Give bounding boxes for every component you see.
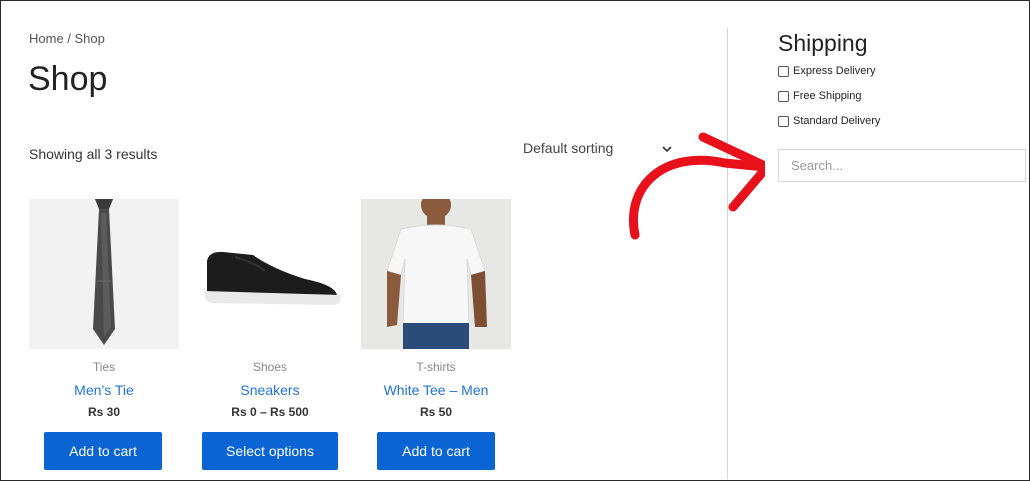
- checkbox[interactable]: [778, 65, 789, 77]
- product-name-link[interactable]: Sneakers: [195, 382, 345, 398]
- product-category: Ties: [92, 360, 116, 374]
- product-card: Ties Men’s Tie Rs 30: [29, 199, 179, 419]
- product-category: T-shirts: [416, 360, 456, 374]
- product-name-link[interactable]: White Tee – Men: [361, 382, 511, 398]
- filter-label: Express Delivery: [793, 65, 876, 77]
- filter-standard-delivery[interactable]: Standard Delivery: [778, 115, 880, 127]
- filter-express-delivery[interactable]: Express Delivery: [778, 65, 876, 77]
- sidebar-title: Shipping: [778, 30, 868, 56]
- search-input[interactable]: Search...: [778, 149, 1026, 182]
- product-image-tshirt[interactable]: [361, 199, 511, 349]
- sidebar-divider: [727, 28, 728, 479]
- product-name-link[interactable]: Men’s Tie: [29, 382, 179, 398]
- product-card: Shoes Sneakers Rs 0 – Rs 500: [195, 199, 345, 419]
- filter-label: Standard Delivery: [793, 115, 881, 127]
- search-placeholder: Search...: [791, 158, 844, 173]
- breadcrumb[interactable]: Home / Shop: [29, 31, 105, 46]
- product-image-sneakers[interactable]: [195, 199, 345, 349]
- page-title: Shop: [28, 60, 108, 98]
- product-price: Rs 30: [87, 405, 121, 419]
- product-price: Rs 0 – Rs 500: [231, 405, 309, 419]
- result-count: Showing all 3 results: [29, 146, 158, 162]
- add-to-cart-button[interactable]: Add to cart: [44, 432, 162, 470]
- product-price: Rs 50: [419, 405, 453, 419]
- select-options-button[interactable]: Select options: [202, 432, 338, 470]
- filter-free-shipping[interactable]: Free Shipping: [778, 90, 862, 102]
- sorting-selected: Default sorting: [523, 140, 614, 156]
- product-card: T-shirts White Tee – Men Rs 50: [361, 199, 511, 419]
- product-image-tie[interactable]: [29, 199, 179, 349]
- product-category: Shoes: [252, 360, 288, 374]
- add-to-cart-button[interactable]: Add to cart: [377, 432, 495, 470]
- arrow-annotation-icon: [625, 125, 772, 250]
- checkbox[interactable]: [778, 115, 789, 127]
- filter-label: Free Shipping: [793, 90, 862, 102]
- checkbox[interactable]: [778, 90, 789, 102]
